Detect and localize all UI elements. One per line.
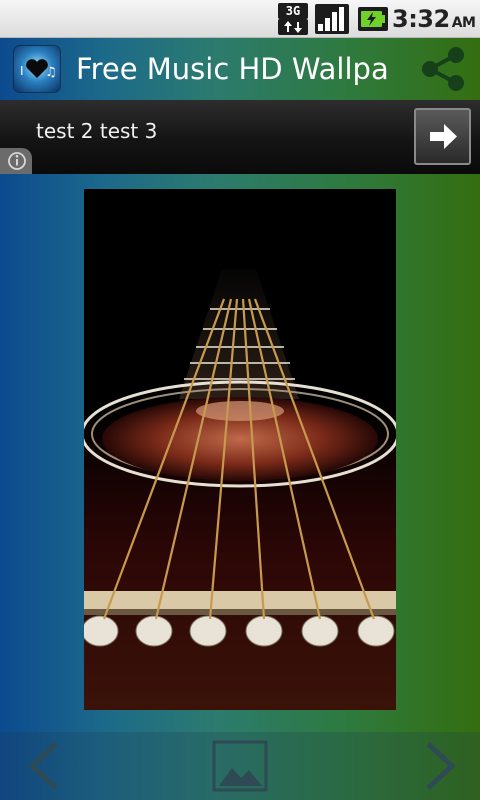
- chevron-left-icon[interactable]: [14, 732, 84, 800]
- guitar-wallpaper-image[interactable]: [84, 189, 396, 710]
- info-icon[interactable]: [0, 148, 32, 174]
- status-clock: 3:32 AM: [392, 0, 476, 38]
- network-3g-icon: 3G: [278, 3, 308, 35]
- ad-text: test 2 test 3: [36, 119, 158, 143]
- app-bar: I ♫ Free Music HD Wallpa: [0, 38, 480, 100]
- status-bar: 3G 3:32 AM: [0, 0, 480, 38]
- ad-go-button[interactable]: [414, 108, 471, 165]
- arrow-right-icon: [430, 124, 457, 149]
- svg-text:♫: ♫: [45, 65, 57, 80]
- bottom-navigation: [0, 732, 480, 800]
- chevron-right-icon[interactable]: [400, 732, 470, 800]
- signal-icon: [315, 4, 349, 34]
- battery-charging-icon: [358, 7, 388, 31]
- svg-text:I: I: [20, 64, 24, 78]
- image-icon[interactable]: [205, 732, 275, 800]
- network-type-label: 3G: [278, 3, 308, 19]
- music-heart-logo-icon: I ♫: [14, 46, 60, 92]
- app-title: Free Music HD Wallpa: [76, 52, 389, 86]
- clock-ampm: AM: [451, 15, 476, 31]
- clock-time: 3:32: [392, 5, 450, 33]
- share-icon[interactable]: [416, 44, 470, 94]
- ad-banner[interactable]: test 2 test 3: [0, 100, 480, 174]
